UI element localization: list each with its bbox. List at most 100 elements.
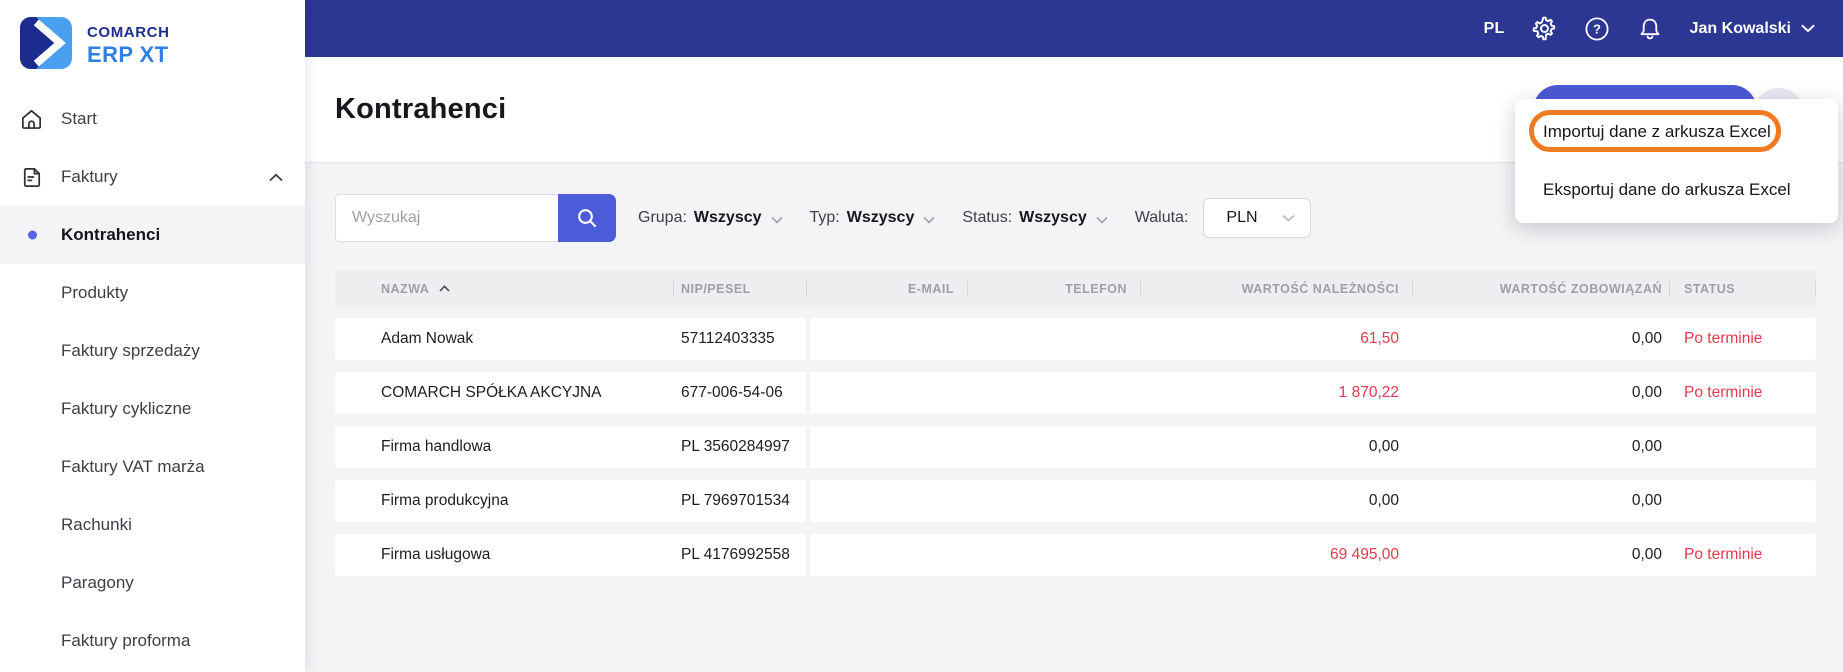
cell-nip: PL 4176992558 bbox=[681, 546, 790, 563]
table-row[interactable]: COMARCH SPÓŁKA AKCYJNA 677-006-54-06 1 8… bbox=[335, 372, 1816, 414]
column-header-naleznosci[interactable]: WARTOŚĆ NALEŻNOŚCI bbox=[1141, 270, 1413, 307]
sidebar-item-label: Kontrahenci bbox=[61, 225, 161, 244]
table-row[interactable]: Firma produkcyjna PL 7969701534 0,00 0,0… bbox=[335, 480, 1816, 522]
filter-value: Wszyscy bbox=[693, 209, 762, 226]
sidebar: COMARCH ERP XT Start Faktury Kontrahenci… bbox=[0, 0, 305, 672]
chevron-down-icon bbox=[1801, 24, 1815, 33]
sidebar-item-faktury[interactable]: Faktury bbox=[0, 148, 305, 206]
chevron-down-icon bbox=[923, 216, 935, 224]
cell-name: Firma produkcyjna bbox=[381, 492, 509, 509]
language-switch[interactable]: PL bbox=[1484, 20, 1505, 38]
currency-value: PLN bbox=[1226, 209, 1258, 226]
cell-phone bbox=[968, 426, 1141, 468]
chevron-down-icon bbox=[1096, 216, 1108, 224]
search-button[interactable] bbox=[558, 194, 616, 242]
filter-label: Grupa: bbox=[638, 209, 687, 226]
cell-phone bbox=[968, 372, 1141, 414]
sidebar-item-paragony[interactable]: Paragony bbox=[0, 554, 305, 612]
contractors-table: NAZWA NIP/PESEL E-MAIL TELEFON WARTOŚĆ N… bbox=[335, 270, 1816, 588]
filters: Grupa: Wszyscy Typ: Wszyscy Status: Wszy… bbox=[638, 198, 1312, 238]
filter-value: Wszyscy bbox=[1019, 209, 1087, 226]
sidebar-item-produkty[interactable]: Produkty bbox=[0, 264, 305, 322]
brand-logo[interactable]: COMARCH ERP XT bbox=[0, 0, 305, 76]
cell-liabilities: 0,00 bbox=[1631, 438, 1662, 455]
cell-liabilities: 0,00 bbox=[1631, 546, 1662, 563]
cell-email bbox=[807, 318, 968, 360]
cell-name: Adam Nowak bbox=[381, 330, 474, 347]
currency-select[interactable]: PLN bbox=[1203, 198, 1312, 238]
column-header-nip[interactable]: NIP/PESEL bbox=[674, 270, 807, 307]
cell-status bbox=[1670, 426, 1816, 468]
column-header-zobowiazan[interactable]: WARTOŚĆ ZOBOWIĄZAŃ bbox=[1413, 270, 1670, 307]
sidebar-item-label: Faktury VAT marża bbox=[61, 457, 205, 476]
cell-name: Firma handlowa bbox=[381, 438, 492, 455]
cell-receivables: 1 870,22 bbox=[1338, 384, 1399, 401]
column-header-email[interactable]: E-MAIL bbox=[807, 270, 968, 307]
sidebar-item-kontrahenci[interactable]: Kontrahenci bbox=[0, 206, 305, 264]
cell-phone bbox=[968, 534, 1141, 576]
sidebar-item-label: Produkty bbox=[61, 283, 129, 302]
cell-email bbox=[807, 534, 968, 576]
sidebar-item-faktury-proforma[interactable]: Faktury proforma bbox=[0, 612, 305, 670]
cell-phone bbox=[968, 480, 1141, 522]
excel-actions-menu: Importuj dane z arkusza Excel Eksportuj … bbox=[1515, 99, 1838, 223]
table-row[interactable]: Adam Nowak 57112403335 61,50 0,00 Po ter… bbox=[335, 318, 1816, 360]
cell-name: Firma usługowa bbox=[381, 546, 491, 563]
filter-typ[interactable]: Typ: Wszyscy bbox=[810, 209, 936, 227]
filter-status[interactable]: Status: Wszyscy bbox=[962, 209, 1108, 227]
cell-phone bbox=[968, 318, 1141, 360]
cell-liabilities: 0,00 bbox=[1631, 330, 1662, 347]
table-row[interactable]: Firma handlowa PL 3560284997 0,00 0,00 bbox=[335, 426, 1816, 468]
filter-grupa[interactable]: Grupa: Wszyscy bbox=[638, 209, 783, 227]
comarch-logo-icon bbox=[20, 17, 72, 74]
cell-nip: PL 7969701534 bbox=[681, 492, 790, 509]
help-icon[interactable]: ? bbox=[1584, 16, 1610, 42]
column-header-telefon[interactable]: TELEFON bbox=[968, 270, 1141, 307]
chevron-down-icon bbox=[770, 216, 783, 224]
cell-nip: 677-006-54-06 bbox=[681, 384, 783, 401]
toolbar: Grupa: Wszyscy Typ: Wszyscy Status: Wszy… bbox=[335, 194, 1312, 242]
currency-label: Waluta: bbox=[1134, 209, 1189, 226]
search-icon bbox=[578, 209, 597, 228]
cell-status: Po terminie bbox=[1684, 384, 1763, 401]
brand-line2: ERP XT bbox=[87, 41, 169, 67]
svg-text:?: ? bbox=[1593, 21, 1601, 36]
menu-item-export-excel[interactable]: Eksportuj dane do arkusza Excel bbox=[1515, 161, 1838, 219]
sidebar-item-start[interactable]: Start bbox=[0, 90, 305, 148]
column-header-status[interactable]: STATUS bbox=[1670, 270, 1816, 307]
sidebar-item-faktury-cykliczne[interactable]: Faktury cykliczne bbox=[0, 380, 305, 438]
menu-item-import-excel[interactable]: Importuj dane z arkusza Excel bbox=[1515, 103, 1838, 161]
sidebar-item-label: Faktury sprzedaży bbox=[61, 341, 200, 360]
user-name: Jan Kowalski bbox=[1689, 19, 1791, 37]
cell-name: COMARCH SPÓŁKA AKCYJNA bbox=[381, 384, 602, 401]
user-menu[interactable]: Jan Kowalski bbox=[1690, 20, 1815, 38]
sidebar-item-label: Paragony bbox=[61, 573, 134, 592]
search-input[interactable] bbox=[352, 209, 558, 227]
sort-asc-icon bbox=[439, 285, 450, 292]
notifications-bell-icon[interactable] bbox=[1637, 16, 1663, 42]
cell-status: Po terminie bbox=[1684, 330, 1763, 347]
sidebar-item-faktury-sprzedazy[interactable]: Faktury sprzedaży bbox=[0, 322, 305, 380]
brand-line1: COMARCH bbox=[87, 23, 170, 41]
sidebar-item-rachunki[interactable]: Rachunki bbox=[0, 496, 305, 554]
filter-label: Typ: bbox=[809, 209, 840, 226]
sidebar-item-label: Rachunki bbox=[61, 515, 132, 534]
topbar: PL ? Jan Kowalski bbox=[305, 0, 1843, 57]
cell-receivables: 69 495,00 bbox=[1330, 546, 1399, 563]
sidebar-item-label: Start bbox=[61, 109, 97, 128]
sidebar-item-faktury-vat-marza[interactable]: Faktury VAT marża bbox=[0, 438, 305, 496]
cell-receivables: 0,00 bbox=[1368, 438, 1399, 455]
cell-email bbox=[807, 372, 968, 414]
page-title: Kontrahenci bbox=[335, 93, 507, 125]
column-header-nazwa[interactable]: NAZWA bbox=[335, 270, 674, 307]
table-row[interactable]: Firma usługowa PL 4176992558 69 495,00 0… bbox=[335, 534, 1816, 576]
search-box bbox=[335, 194, 558, 242]
content-area: Grupa: Wszyscy Typ: Wszyscy Status: Wszy… bbox=[305, 163, 1843, 672]
sidebar-item-label: Faktury cykliczne bbox=[61, 399, 192, 418]
sidebar-item-label: Faktury proforma bbox=[61, 631, 191, 650]
cell-nip: 57112403335 bbox=[681, 330, 775, 347]
home-icon bbox=[18, 107, 44, 132]
sidebar-item-label: Faktury bbox=[61, 167, 118, 186]
invoice-icon bbox=[18, 165, 44, 190]
settings-gear-icon[interactable] bbox=[1532, 16, 1557, 41]
